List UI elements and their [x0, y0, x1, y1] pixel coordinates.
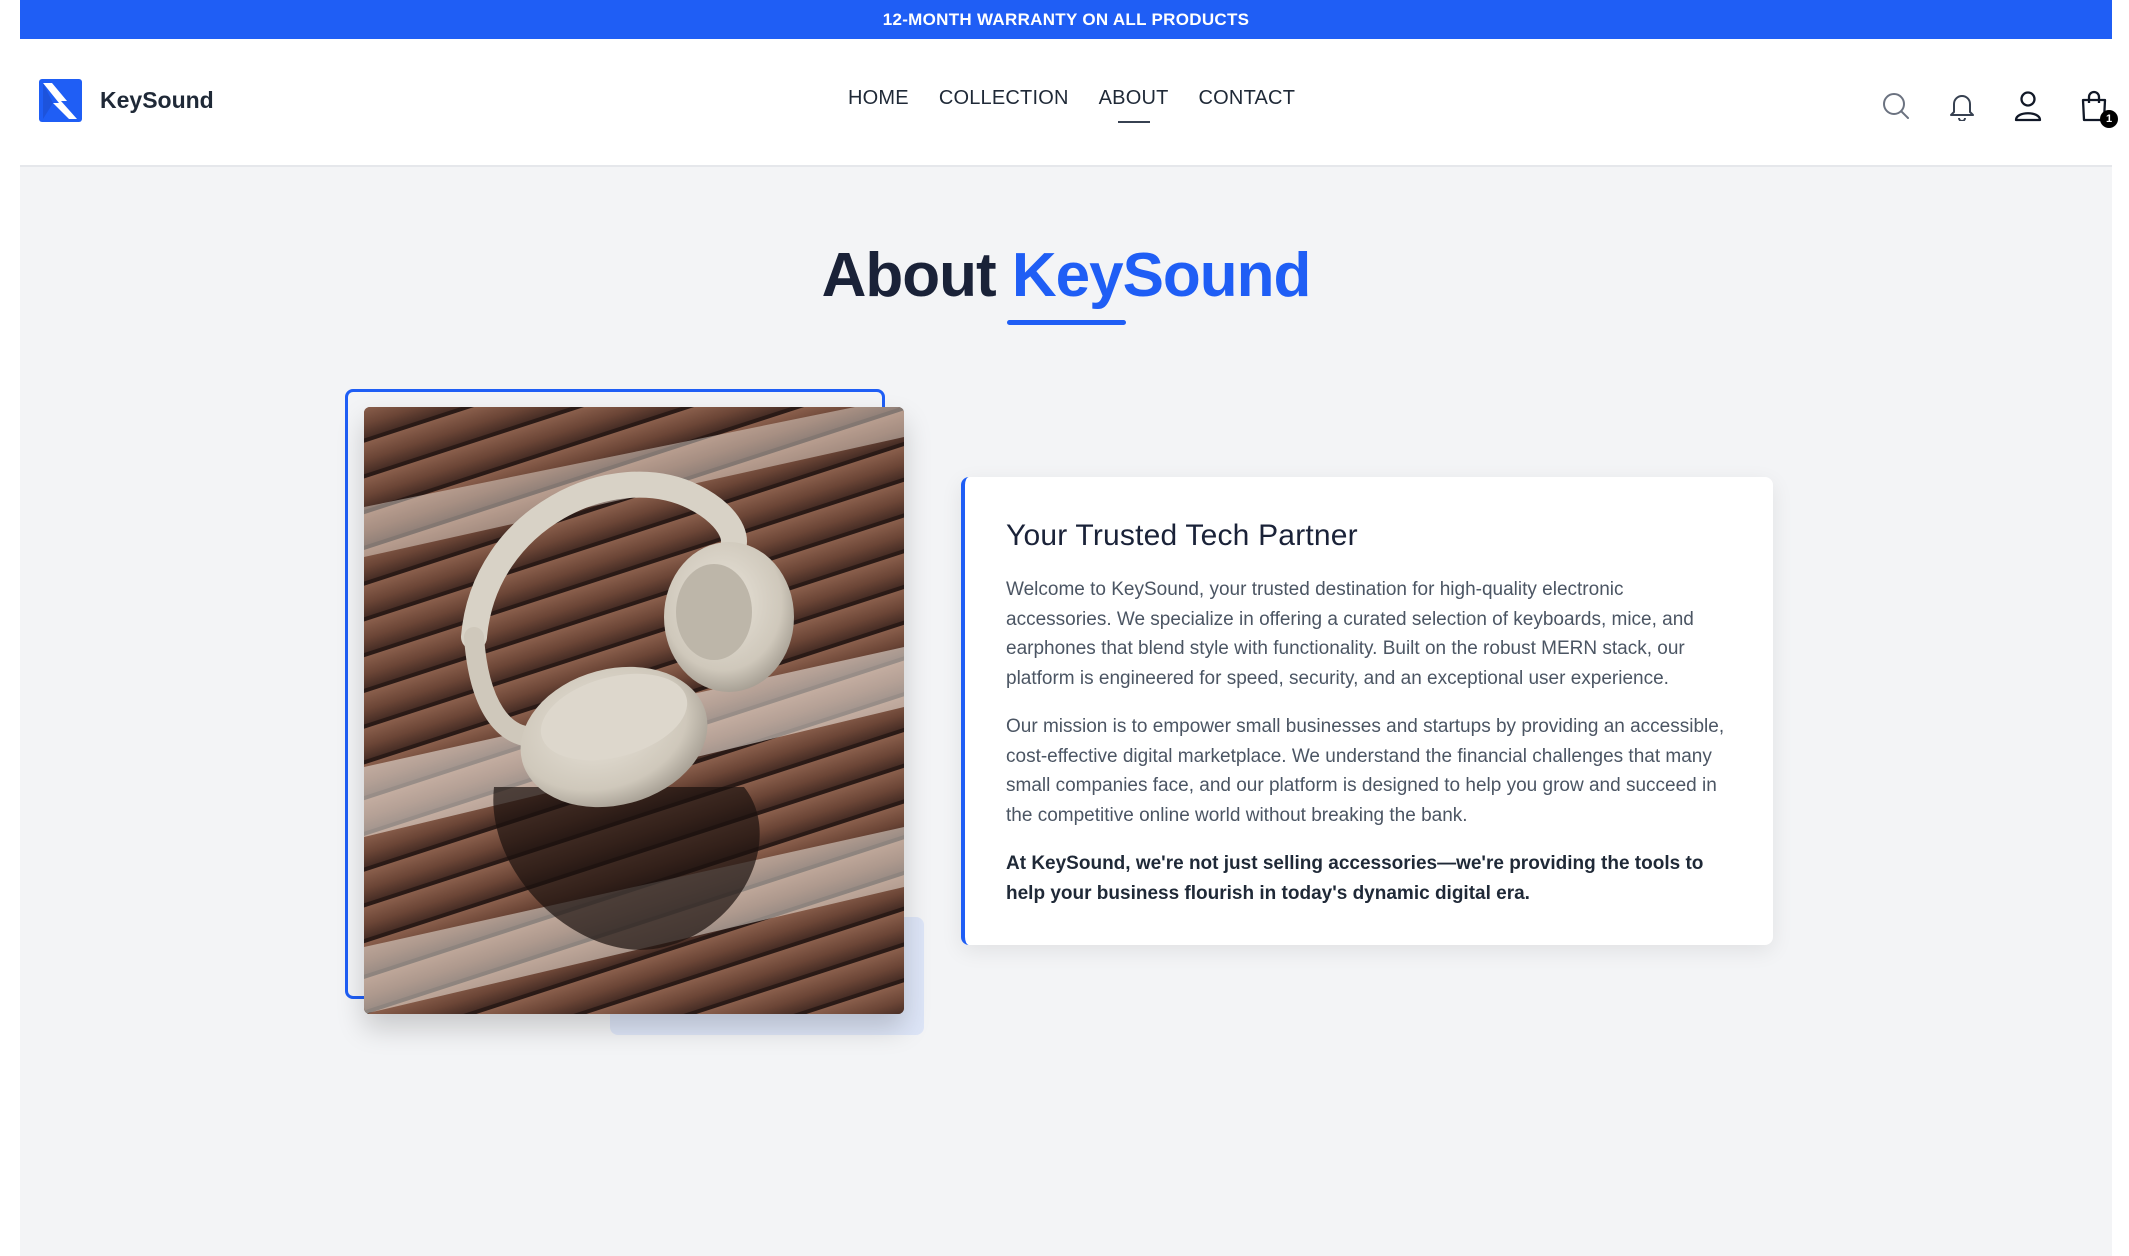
cart-button[interactable]: 1: [2076, 88, 2118, 128]
about-paragraph: Welcome to KeySound, your trusted destin…: [1006, 579, 1694, 689]
nav-contact[interactable]: CONTACT: [1199, 87, 1296, 110]
brand-name: KeySound: [100, 87, 214, 113]
about-paragraph: Our mission is to empower small business…: [1006, 716, 1725, 826]
nav-about[interactable]: ABOUT: [1099, 87, 1169, 110]
warranty-banner: 12-MONTH WARRANTY ON ALL PRODUCTS: [20, 0, 2112, 39]
search-button[interactable]: [1878, 88, 1914, 124]
title-highlight: KeySound: [1011, 241, 1312, 310]
title-prefix: About: [821, 241, 997, 310]
account-button[interactable]: [2010, 88, 2046, 124]
site-header: KeySound HOME COLLECTION ABOUT CONTACT 1: [20, 39, 2118, 167]
about-heading: Your Trusted Tech Partner: [1006, 519, 1358, 552]
bell-icon: [1950, 95, 1974, 121]
page: 12-MONTH WARRANTY ON ALL PRODUCTS KeySou…: [20, 0, 2118, 1256]
title-underline: [1007, 320, 1126, 325]
logo-link[interactable]: KeySound: [39, 79, 214, 122]
nav-collection[interactable]: COLLECTION: [939, 87, 1069, 110]
banner-text: 12-MONTH WARRANTY ON ALL PRODUCTS: [882, 9, 1250, 29]
headphones-photo: [364, 407, 904, 1014]
page-title: About KeySound: [20, 240, 2112, 311]
logo-icon: [39, 79, 82, 122]
header-actions: 1: [1878, 88, 2118, 128]
search-icon: [1883, 93, 1909, 119]
nav-home[interactable]: HOME: [848, 87, 909, 110]
user-icon: [2014, 91, 2042, 122]
notifications-button[interactable]: [1944, 88, 1980, 124]
about-card: Your Trusted Tech Partner Welcome to Key…: [961, 477, 1773, 945]
cart-count-badge: 1: [2100, 110, 2118, 128]
about-closing-paragraph: At KeySound, we're not just selling acce…: [1006, 853, 1704, 904]
main-nav: HOME COLLECTION ABOUT CONTACT: [848, 87, 1295, 110]
